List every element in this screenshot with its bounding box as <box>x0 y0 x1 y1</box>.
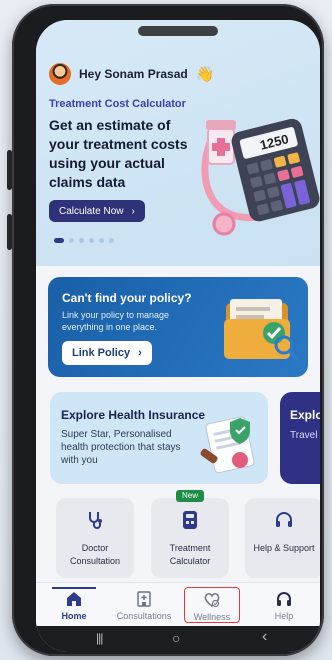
nav-label: Home <box>61 611 87 621</box>
hero-subtitle: Treatment Cost Calculator <box>49 98 186 110</box>
nav-consultations[interactable]: Consultations <box>112 587 176 623</box>
carousel-dot[interactable] <box>69 238 74 243</box>
nav-label: Help <box>274 611 294 621</box>
phone-frame: Hey Sonam Prasad 👋 Treatment Cost Calcul… <box>12 4 324 656</box>
greeting-text: Hey Sonam Prasad <box>79 67 188 81</box>
calculate-now-label: Calculate Now <box>59 205 124 217</box>
link-policy-card[interactable]: Can't find your policy? Link your policy… <box>48 277 308 377</box>
system-back-icon[interactable]: ‹ <box>262 628 267 646</box>
nav-label: Wellness <box>193 612 231 622</box>
greeting: Hey Sonam Prasad 👋 <box>49 63 214 85</box>
new-badge: New <box>176 490 204 502</box>
explore-card-description: Super Star, Personalised health protecti… <box>61 429 181 466</box>
policy-card-description: Link your policy to manage everything in… <box>62 310 170 332</box>
treatment-calculator-tile[interactable]: New Treatment Calculator <box>151 490 229 578</box>
system-navigation-bar: ||| ○ ‹ <box>36 626 320 652</box>
camera-notch <box>138 26 218 36</box>
wave-emoji-icon: 👋 <box>195 66 215 83</box>
explore-travel-title: Explore <box>290 408 320 422</box>
headset-icon <box>277 592 291 606</box>
carousel-dot-active[interactable] <box>54 238 64 243</box>
tile-label: Treatment Calculator <box>169 543 211 566</box>
home-icon <box>67 592 81 606</box>
hospital-icon <box>137 591 151 607</box>
chevron-right-icon: › <box>131 205 135 217</box>
stethoscope-icon <box>89 512 102 529</box>
policy-folder-icon <box>224 299 298 361</box>
policy-card-title: Can't find your policy? <box>62 291 192 305</box>
recent-apps-icon[interactable]: ||| <box>96 631 103 645</box>
active-indicator <box>52 587 96 589</box>
link-policy-button[interactable]: Link Policy › <box>62 341 152 365</box>
link-policy-label: Link Policy <box>72 347 131 359</box>
bottom-navigation: Home Consultations Wellness Help <box>36 582 320 626</box>
carousel-dot[interactable] <box>79 238 84 243</box>
nav-home[interactable]: Home <box>42 587 106 623</box>
nav-wellness[interactable]: Wellness <box>184 587 240 623</box>
explore-travel-description: Travel c 20 year travel in <box>290 430 320 441</box>
system-home-icon[interactable]: ○ <box>172 630 180 646</box>
carousel-dot[interactable] <box>109 238 114 243</box>
help-support-tile[interactable]: Help & Support <box>245 498 320 578</box>
carousel-dot[interactable] <box>99 238 104 243</box>
calculate-now-button[interactable]: Calculate Now › <box>49 200 145 222</box>
tile-label: Help & Support <box>253 543 315 553</box>
heart-icon <box>204 593 220 608</box>
hero-banner[interactable]: Hey Sonam Prasad 👋 Treatment Cost Calcul… <box>36 20 320 266</box>
chevron-right-icon: › <box>138 347 142 359</box>
headset-icon <box>276 512 292 527</box>
nav-help[interactable]: Help <box>252 587 316 623</box>
explore-travel-card[interactable]: Explore Travel c 20 year travel in <box>280 392 320 484</box>
nav-label: Consultations <box>116 611 172 621</box>
insurance-document-icon <box>200 416 255 474</box>
explore-health-insurance-card[interactable]: Explore Health Insurance Super Star, Per… <box>50 392 268 484</box>
calculator-stethoscope-illustration: 1250 <box>201 118 320 236</box>
avatar[interactable] <box>49 63 71 85</box>
explore-card-title: Explore Health Insurance <box>61 408 206 422</box>
carousel-indicator <box>54 238 114 243</box>
calculator-icon <box>183 511 197 529</box>
app-screen: Hey Sonam Prasad 👋 Treatment Cost Calcul… <box>36 20 320 652</box>
hero-title: Get an estimate of your treatment costs … <box>49 117 188 190</box>
quick-services: Doctor Consultation New Treatment Calcul… <box>56 490 320 578</box>
tile-label: Doctor Consultation <box>69 543 121 566</box>
carousel-dot[interactable] <box>89 238 94 243</box>
doctor-consultation-tile[interactable]: Doctor Consultation <box>56 498 134 578</box>
